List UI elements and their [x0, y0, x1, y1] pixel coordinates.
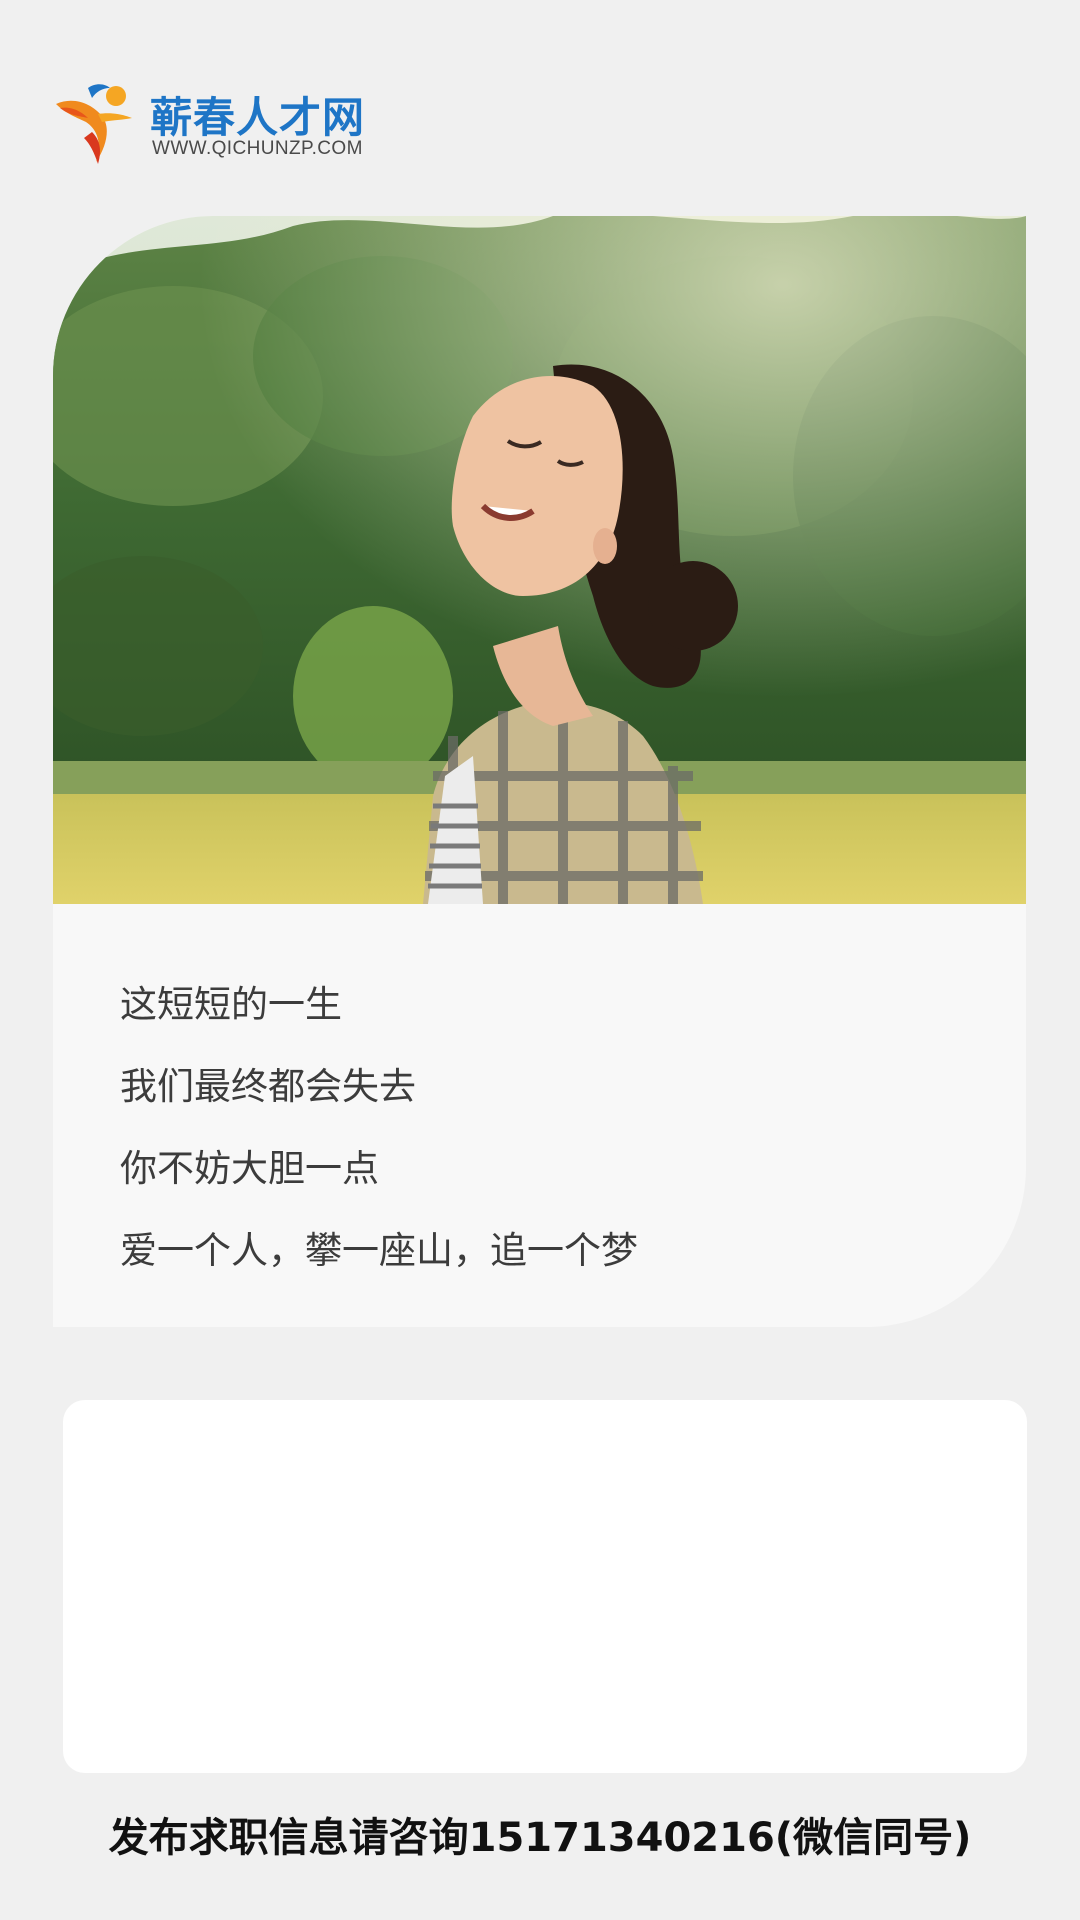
brand-name: 蕲春人才网	[150, 93, 366, 142]
contact-info: 发布求职信息请咨询15171340216(微信同号)	[108, 1815, 972, 1861]
running-person-logo-icon	[56, 84, 132, 164]
poem-line: 爱一个人，攀一座山，追一个梦	[120, 1229, 638, 1272]
blank-content-panel	[63, 1400, 1027, 1773]
brand-logo: 蕲春人才网 WWW.QICHUNZP.COM	[52, 78, 382, 168]
brand-url: WWW.QICHUNZP.COM	[152, 138, 363, 159]
smiling-woman-field-photo	[53, 216, 1026, 904]
poem-line: 我们最终都会失去	[120, 1065, 416, 1108]
hero-card: 这短短的一生 我们最终都会失去 你不妨大胆一点 爱一个人，攀一座山，追一个梦	[53, 216, 1026, 1327]
poem: 这短短的一生 我们最终都会失去 你不妨大胆一点 爱一个人，攀一座山，追一个梦	[120, 964, 986, 1292]
poem-line: 你不妨大胆一点	[120, 1147, 379, 1190]
photo-illustration	[53, 216, 1026, 904]
poem-line: 这短短的一生	[120, 983, 342, 1026]
